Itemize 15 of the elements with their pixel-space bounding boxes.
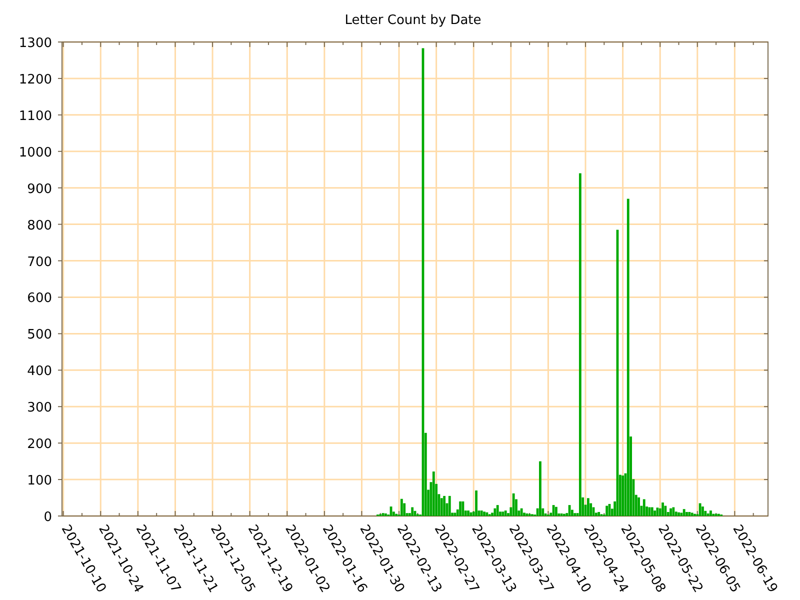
y-tick-label: 400 xyxy=(27,364,52,380)
y-tick-label: 1200 xyxy=(18,72,52,88)
y-tick-label: 700 xyxy=(27,254,52,270)
y-tick-label: 900 xyxy=(27,182,52,197)
y-tick-label: 1000 xyxy=(18,145,52,160)
chart-title: Letter Count by Date xyxy=(344,13,482,28)
y-tick-label: 1300 xyxy=(18,36,52,51)
y-tick-label: 200 xyxy=(27,437,52,452)
y-tick-label: 300 xyxy=(27,400,52,416)
y-tick-label: 600 xyxy=(27,291,52,306)
y-tick-label: 100 xyxy=(27,474,52,489)
y-tick-label: 800 xyxy=(27,218,52,234)
y-tick-label: 500 xyxy=(27,328,52,343)
y-tick-label: 0 xyxy=(44,510,52,525)
y-tick-label: 1100 xyxy=(18,108,52,124)
